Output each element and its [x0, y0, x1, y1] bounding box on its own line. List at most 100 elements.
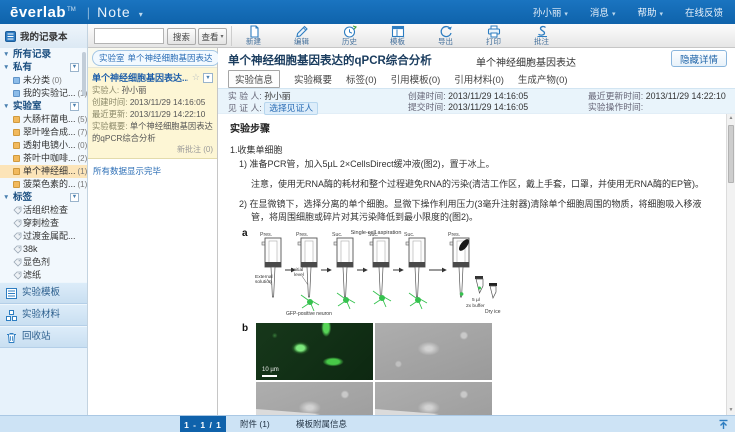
scale-bar: 10 µm [262, 367, 279, 377]
top-bar: ēverlab TM | Note ▾ 孙小丽▾ 消息▾ 帮助▾ 在线反馈 [0, 0, 735, 24]
sidebar-item-lab-notebook[interactable]: 透射电镜小...(0) [0, 139, 87, 152]
sidebar-tag-item[interactable]: 滤纸 [0, 269, 87, 282]
content-scrollbar[interactable]: ▲ ▼ [726, 114, 735, 415]
attachments-tab[interactable]: 附件 (1) [240, 416, 270, 432]
feedback-link[interactable]: 在线反馈 [685, 5, 723, 19]
history-button[interactable]: 历史 [333, 25, 366, 47]
trash-icon [6, 332, 17, 343]
section-menu-button[interactable]: ▼ [70, 102, 79, 111]
scrollbar-thumb[interactable] [728, 125, 734, 183]
notebook-icon [13, 90, 20, 97]
tab-products[interactable]: 生成产物(0) [518, 72, 568, 86]
chevron-down-icon[interactable]: ▾ [139, 10, 143, 19]
star-icon[interactable]: ☆ [192, 72, 200, 83]
sidebar-scrollbar-thumb[interactable] [82, 52, 86, 96]
sidebar-tag-item[interactable]: 穿刺检查 [0, 217, 87, 230]
sidebar-item-uncategorized[interactable]: 未分类(0) [0, 74, 87, 87]
help-menu[interactable]: 帮助▾ [637, 5, 663, 19]
messages-menu[interactable]: 消息▾ [590, 5, 616, 19]
materials-panel[interactable]: 实验材料 [0, 304, 87, 326]
sidebar-section-tags[interactable]: ▼标签▼ [0, 191, 87, 204]
experiment-list-pane: 实验室单个神经细胞基因表达 单个神经细胞基因表达... ☆ ▼ 实验人: 孙小丽… [88, 48, 218, 415]
steps-heading: 实验步骤 [230, 120, 714, 135]
experiment-content: 实验步骤 1.收集单细胞 1) 准备PCR管，加入5µL 2×CellsDire… [218, 114, 726, 415]
section-menu-button[interactable]: ▼ [70, 193, 79, 202]
collapse-arrow-icon: ▼ [3, 48, 9, 61]
chevron-down-icon: ▾ [659, 11, 663, 18]
sidebar-item-single-neuron[interactable]: 单个神经细...(1) [0, 165, 87, 178]
svg-text:Pres.: Pres. [448, 232, 460, 238]
section-menu-button[interactable]: ▼ [70, 63, 79, 72]
sidebar-item-all-records[interactable]: ▼所有记录 [0, 48, 87, 61]
detail-header: 单个神经细胞基因表达的qPCR综合分析 单个神经细胞基因表达 隐藏详情 [218, 48, 735, 70]
notebook-filter-chip[interactable]: 实验室单个神经细胞基因表达 [92, 50, 220, 66]
sidebar-item-lab-notebook[interactable]: 大肠杆菌电...(5) [0, 113, 87, 126]
sidebar-section-private[interactable]: ▼私有▼ [0, 61, 87, 74]
edit-button[interactable]: 编辑 [285, 25, 318, 47]
template-button[interactable]: 模板 [381, 25, 414, 47]
item-menu-button[interactable]: ▼ [203, 73, 213, 83]
my-notebooks-tab[interactable]: 我的记录本 [0, 24, 88, 48]
pagination[interactable]: 1 - 1 / 1 [180, 416, 226, 432]
materials-icon [6, 310, 17, 321]
new-button[interactable]: 新建 [237, 25, 270, 47]
dic-micrograph-pipette [375, 382, 492, 415]
tag-icon [13, 219, 22, 228]
scroll-down-arrow[interactable]: ▼ [727, 406, 735, 415]
tab-ref-materials[interactable]: 引用材料(0) [454, 72, 504, 86]
page-title: 单个神经细胞基因表达的qPCR综合分析 [228, 52, 432, 68]
export-button[interactable]: 导出 [429, 25, 462, 47]
experimenter-field: 实 验 人: 孙小丽 [228, 91, 408, 102]
tab-tags[interactable]: 标签(0) [346, 72, 377, 86]
templates-panel[interactable]: 实验模板 [0, 282, 87, 304]
sidebar: ▼所有记录 ▼私有▼ 未分类(0) 我的实验记...(1) ▼实验室▼ 大肠杆菌… [0, 48, 88, 415]
sidebar-item-lab-notebook[interactable]: 菠菜色素的...(1) [0, 178, 87, 191]
svg-text:Pres.: Pres. [296, 232, 308, 238]
summary-row: 实验概要: 单个神经细胞基因表达的qPCR综合分析 [92, 120, 213, 144]
toolbar-divider [231, 26, 232, 46]
tag-icon [13, 245, 22, 254]
annotation-count[interactable]: 新批注 (0) [92, 144, 213, 156]
collapse-panel-icon[interactable] [718, 419, 729, 430]
sidebar-section-lab[interactable]: ▼实验室▼ [0, 100, 87, 113]
view-button[interactable]: 查看▾ [198, 28, 227, 45]
tag-icon [13, 258, 22, 267]
notebook-name: 单个神经细胞基因表达 [476, 54, 576, 69]
tab-experiment-summary[interactable]: 实验概要 [294, 72, 332, 86]
notebook-icon [13, 181, 20, 188]
svg-text:Suc.: Suc. [332, 232, 342, 238]
tab-ref-templates[interactable]: 引用模板(0) [391, 72, 441, 86]
tag-icon [13, 271, 22, 280]
sidebar-item-lab-notebook[interactable]: 翠叶唑合成...(7) [0, 126, 87, 139]
sidebar-tag-item[interactable]: 38k [0, 243, 87, 256]
experiment-list-item[interactable]: 单个神经细胞基因表达... ☆ ▼ 实验人: 孙小丽 创建时间: 2013/11… [88, 68, 217, 159]
detail-tabs: 实验信息 实验概要 标签(0) 引用模板(0) 引用材料(0) 生成产物(0) [218, 70, 735, 88]
tab-experiment-info[interactable]: 实验信息 [228, 70, 280, 88]
search-input[interactable] [94, 28, 164, 44]
print-button[interactable]: 打印 [477, 25, 510, 47]
chevron-down-icon: ▾ [612, 11, 616, 18]
sidebar-item-lab-notebook[interactable]: 茶叶中咖啡...(2) [0, 152, 87, 165]
chevron-down-icon: ▾ [221, 33, 224, 40]
sidebar-tag-item[interactable]: 活组织检查 [0, 204, 87, 217]
recycle-bin-panel[interactable]: 回收站 [0, 326, 87, 348]
svg-text:Dry ice: Dry ice [485, 309, 501, 315]
step-1-text: 1) 准备PCR管，加入5µL 2×CellsDirect缓冲液(图2)，置于冰… [230, 157, 714, 170]
hide-details-button[interactable]: 隐藏详情 [671, 50, 727, 67]
template-info-tab[interactable]: 模板附属信息 [296, 416, 347, 432]
updated-field: 最近更新时间: 2013/11/29 14:22:10 [588, 91, 735, 102]
sidebar-tag-item[interactable]: 过渡金属配... [0, 230, 87, 243]
svg-text:Suc.: Suc. [368, 232, 378, 238]
sidebar-item-my-experiments[interactable]: 我的实验记...(1) [0, 87, 87, 100]
collapse-arrow-icon: ▼ [3, 100, 9, 113]
brand-name: ēverlab [10, 4, 66, 21]
annotate-button[interactable]: 批注 [525, 25, 558, 47]
experiment-meta: 实 验 人: 孙小丽 创建时间: 2013/11/29 14:16:05 最近更… [218, 88, 735, 114]
tag-icon [13, 232, 22, 241]
search-button[interactable]: 搜索 [167, 28, 196, 45]
svg-text:Pres.: Pres. [260, 232, 272, 238]
bottom-bar: 1 - 1 / 1 附件 (1) 模板附属信息 [0, 415, 735, 432]
sidebar-tag-item[interactable]: 显色剂 [0, 256, 87, 269]
scroll-up-arrow[interactable]: ▲ [727, 114, 735, 123]
user-menu[interactable]: 孙小丽▾ [533, 5, 568, 19]
